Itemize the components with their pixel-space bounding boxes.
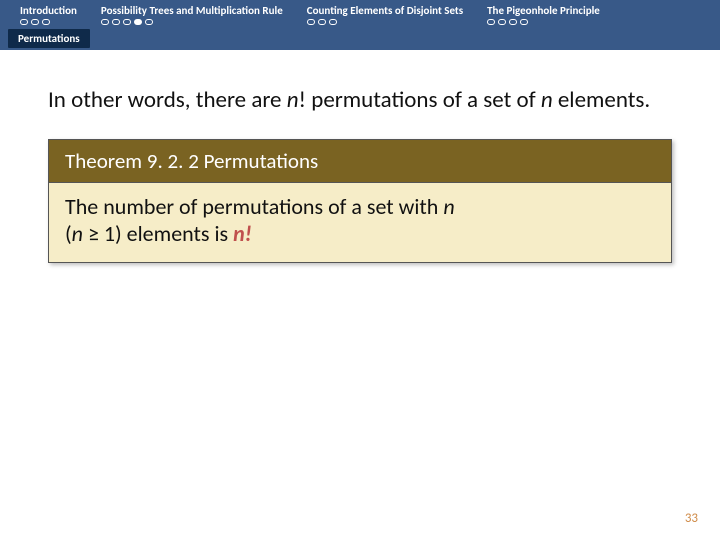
nav-active-tab[interactable]: Permutations xyxy=(8,29,90,48)
lead-mid: ! permutations of a set of xyxy=(299,86,541,114)
dot-icon xyxy=(520,19,528,25)
theorem-n: n xyxy=(443,193,454,220)
page-number: 33 xyxy=(685,511,698,526)
theorem-n2: n xyxy=(72,220,83,247)
slide-content: In other words, there are n! permutation… xyxy=(0,50,720,263)
nav-item-introduction[interactable]: Introduction xyxy=(8,2,89,28)
dot-icon xyxy=(329,19,337,25)
nav-label: The Pigeonhole Principle xyxy=(487,4,600,17)
nav-item-disjoint-sets[interactable]: Counting Elements of Disjoint Sets xyxy=(295,2,475,28)
nav-label: Introduction xyxy=(20,4,77,17)
nav-item-pigeonhole[interactable]: The Pigeonhole Principle xyxy=(475,2,612,28)
dot-icon xyxy=(318,19,326,25)
dot-icon xyxy=(112,19,120,25)
dot-icon xyxy=(123,19,131,25)
dot-icon xyxy=(20,19,28,25)
dot-icon xyxy=(307,19,315,25)
lead-text: In other words, there are n! permutation… xyxy=(48,86,672,115)
progress-dots xyxy=(101,19,153,25)
lead-n: n xyxy=(287,86,299,114)
theorem-em: n! xyxy=(233,220,252,247)
lead-n2: n xyxy=(541,86,553,114)
dot-icon xyxy=(145,19,153,25)
dot-icon xyxy=(487,19,495,25)
theorem-title: Theorem 9. 2. 2 Permutations xyxy=(49,140,671,183)
nav-second-row: Permutations xyxy=(0,28,720,50)
progress-dots xyxy=(487,19,528,25)
lead-pre: In other words, there are xyxy=(48,86,287,114)
dot-icon xyxy=(134,19,142,25)
nav-label: Counting Elements of Disjoint Sets xyxy=(307,4,463,17)
progress-dots xyxy=(307,19,337,25)
lead-post: elements. xyxy=(553,86,651,114)
dot-icon xyxy=(42,19,50,25)
nav-label: Possibility Trees and Multiplication Rul… xyxy=(101,4,283,17)
dot-icon xyxy=(498,19,506,25)
theorem-ge: ≥ 1) elements is xyxy=(83,220,233,247)
section-nav: Introduction Possibility Trees and Multi… xyxy=(0,0,720,50)
dot-icon xyxy=(31,19,39,25)
progress-dots xyxy=(20,19,50,25)
nav-item-possibility-trees[interactable]: Possibility Trees and Multiplication Rul… xyxy=(89,2,295,28)
theorem-pre: The number of permutations of a set with xyxy=(65,193,443,220)
theorem-paren-open: ( xyxy=(65,220,72,247)
theorem-box: Theorem 9. 2. 2 Permutations The number … xyxy=(48,139,672,263)
theorem-body: The number of permutations of a set with… xyxy=(49,183,671,262)
dot-icon xyxy=(509,19,517,25)
dot-icon xyxy=(101,19,109,25)
nav-top-row: Introduction Possibility Trees and Multi… xyxy=(0,2,720,28)
